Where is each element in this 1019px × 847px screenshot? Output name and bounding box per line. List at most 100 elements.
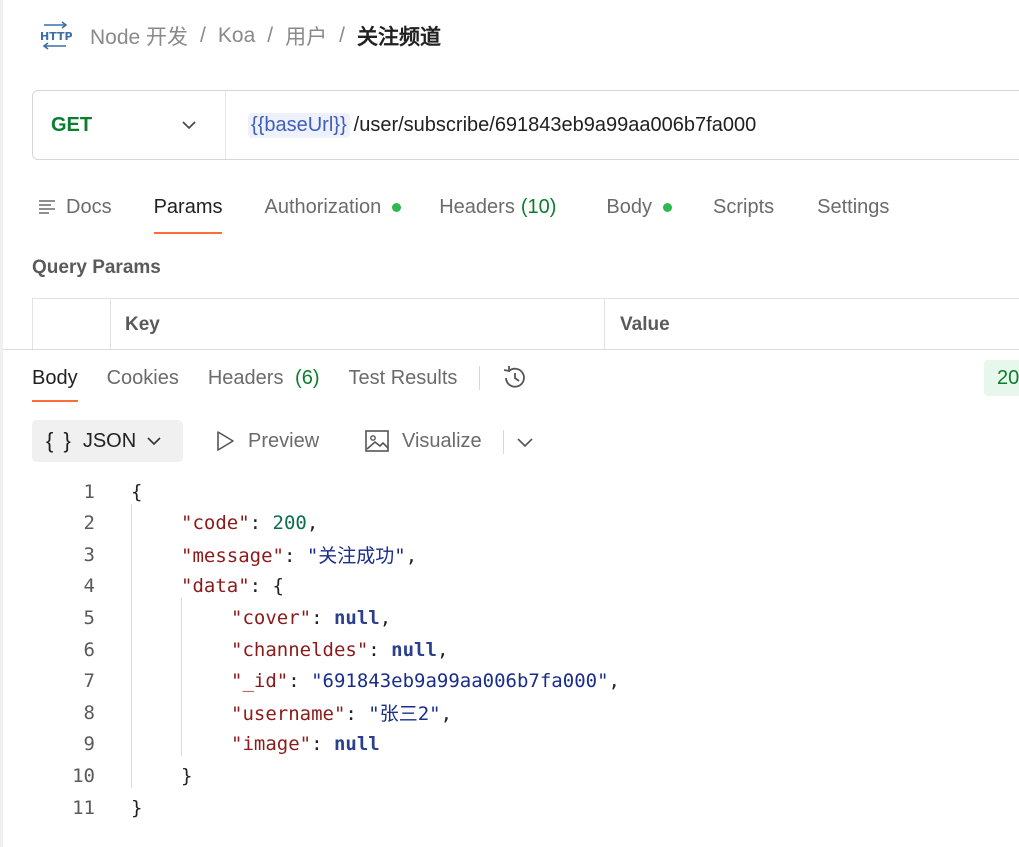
braces-icon: { }: [46, 428, 73, 453]
code-token: ,: [379, 606, 392, 629]
response-headers-count: (6): [295, 366, 320, 389]
code-line: 8 "username": "张三2",: [0, 697, 1019, 728]
code-token: ,: [440, 703, 453, 726]
tab-settings-label: Settings: [817, 195, 890, 218]
breadcrumb-item-node[interactable]: Node 开发: [90, 21, 188, 51]
code-token: null: [391, 638, 437, 661]
indent-guide: [181, 598, 182, 757]
code-token: "channeldes": [231, 638, 369, 661]
breadcrumb-separator: /: [339, 24, 345, 47]
code-content: }: [131, 797, 142, 819]
code-token: }: [131, 796, 143, 819]
response-tab-body[interactable]: Body: [32, 367, 78, 402]
code-content: "channeldes": null,: [231, 639, 448, 661]
code-token: :: [368, 638, 392, 661]
indent-guide: [131, 503, 132, 788]
code-line: 1{: [0, 476, 1019, 507]
tab-params-label: Params: [153, 195, 223, 218]
url-path: /user/subscribe/691843eb9a99aa006b7fa000: [353, 113, 757, 136]
code-content: "username": "张三2",: [231, 699, 452, 726]
line-number: 2: [83, 512, 95, 535]
tab-headers[interactable]: Headers (10): [439, 190, 556, 224]
column-header-key: Key: [111, 299, 605, 350]
breadcrumb-item-user[interactable]: 用户: [285, 21, 327, 51]
line-number: 6: [83, 638, 95, 661]
url-variable[interactable]: {{baseUrl}}: [248, 112, 350, 138]
status-dot: [663, 202, 673, 212]
code-token: "张三2": [368, 703, 441, 726]
code-token: }: [181, 764, 193, 787]
line-number: 9: [83, 733, 95, 756]
http-icon: HTTP: [40, 21, 72, 50]
breadcrumb-separator: /: [200, 24, 206, 47]
visualize-label: Visualize: [402, 429, 482, 452]
code-line: 9 "image": null: [0, 729, 1019, 760]
tab-scripts[interactable]: Scripts: [713, 190, 774, 224]
line-number: 3: [83, 543, 95, 566]
breadcrumb-separator: /: [267, 24, 274, 47]
url-bar: GET {{baseUrl}} /user/subscribe/691843eb…: [32, 90, 1019, 160]
response-tab-cookies[interactable]: Cookies: [107, 367, 179, 390]
code-token: "data": [181, 575, 250, 598]
code-token: "code": [181, 512, 250, 535]
line-number: 11: [72, 796, 95, 819]
code-content: "_id": "691843eb9a99aa006b7fa000",: [231, 670, 620, 692]
tab-separator: [479, 366, 481, 390]
response-tab-test-results[interactable]: Test Results: [348, 367, 457, 390]
line-number: 7: [83, 670, 95, 693]
tab-headers-label: Headers: [439, 195, 515, 218]
code-content: "code": 200,: [181, 512, 318, 534]
history-icon[interactable]: [500, 363, 530, 393]
code-token: "image": [231, 733, 312, 756]
url-input[interactable]: {{baseUrl}} /user/subscribe/691843eb9a99…: [226, 112, 757, 138]
code-content: "message": "关注成功",: [181, 541, 417, 568]
docs-icon: [39, 200, 55, 214]
line-number: 4: [83, 575, 95, 598]
code-content: "data": {: [181, 575, 284, 597]
code-token: :: [345, 703, 369, 726]
response-tabs: Body Cookies Headers (6) Test Results: [32, 362, 530, 402]
code-token: :: [311, 606, 334, 629]
visualize-button[interactable]: Visualize: [364, 424, 482, 458]
method-select[interactable]: GET: [33, 91, 226, 159]
code-line: 4 "data": {: [0, 571, 1019, 602]
code-content: "image": null: [231, 733, 380, 755]
preview-button[interactable]: Preview: [214, 424, 319, 458]
request-name[interactable]: 关注频道: [357, 21, 441, 51]
code-token: :: [249, 512, 273, 535]
code-content: }: [181, 765, 192, 787]
tab-settings[interactable]: Settings: [817, 190, 889, 224]
code-token: "_id": [231, 670, 289, 693]
code-line: 7 "_id": "691843eb9a99aa006b7fa000",: [0, 666, 1019, 697]
response-tab-headers[interactable]: Headers (6): [208, 367, 320, 390]
column-header-value: Value: [620, 313, 670, 335]
query-params-title: Query Params: [32, 257, 161, 278]
tab-authorization[interactable]: Authorization: [264, 190, 402, 224]
code-line: 3 "message": "关注成功",: [0, 539, 1019, 570]
code-line: 11}: [0, 792, 1019, 823]
code-token: ,: [608, 670, 620, 693]
tab-docs-label: Docs: [66, 195, 112, 218]
tab-body[interactable]: Body: [606, 190, 673, 224]
status-badge: 20: [984, 360, 1019, 396]
chevron-down-icon: [182, 121, 196, 130]
svg-text:HTTP: HTTP: [40, 30, 72, 43]
format-select[interactable]: { } JSON: [32, 420, 183, 462]
code-content: "cover": null,: [231, 607, 391, 629]
checkbox-column: [33, 299, 111, 350]
code-line: 5 "cover": null,: [0, 602, 1019, 633]
code-token: : {: [249, 575, 284, 598]
status-dot: [392, 202, 402, 212]
code-token: "message": [181, 545, 284, 568]
code-token: null: [333, 606, 380, 629]
line-number: 5: [83, 606, 95, 629]
tab-docs[interactable]: Docs: [38, 190, 112, 224]
pane-divider[interactable]: [3, 349, 1019, 350]
visualize-menu-chevron-icon[interactable]: [516, 433, 534, 451]
tab-params[interactable]: Params: [153, 190, 223, 234]
method-label: GET: [51, 113, 93, 136]
tab-scripts-label: Scripts: [713, 195, 775, 218]
code-line: 6 "channeldes": null,: [0, 634, 1019, 665]
breadcrumb-item-koa[interactable]: Koa: [218, 24, 255, 48]
request-tabs: Docs Params Authorization Headers (10) B…: [38, 190, 889, 236]
